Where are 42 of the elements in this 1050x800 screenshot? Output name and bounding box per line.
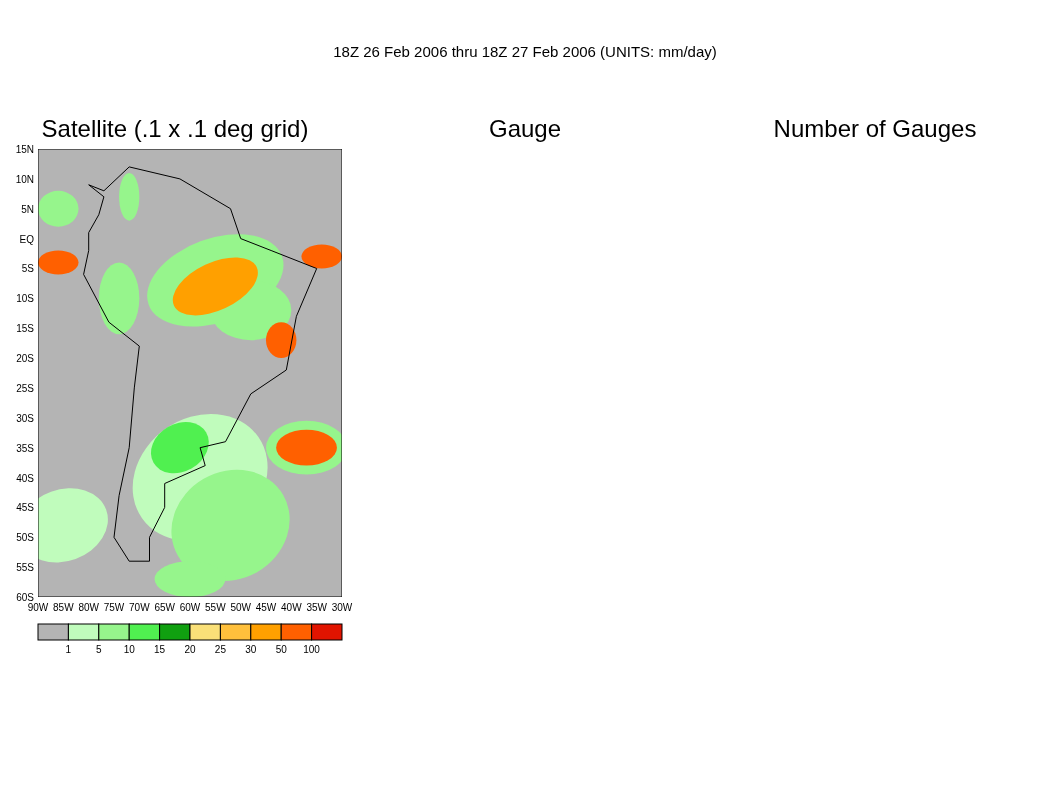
longitude-label: 70W [129,602,150,613]
longitude-label: 55W [205,602,226,613]
longitude-label: 40W [281,602,302,613]
latitude-label: 40S [16,472,34,484]
longitude-label: 90W [27,602,49,613]
latitude-label: 25S [16,382,34,394]
plot-title: 18Z 26 Feb 2006 thru 18Z 27 Feb 2006 (UNITS: mm/day) [332,43,718,60]
scale-label: 50 [275,644,287,655]
scale-label: 1 [65,644,72,655]
latitude-label: 20S [16,353,34,365]
longitude-label: 65W [154,602,175,613]
latitude-label: 60S [16,592,34,603]
latitude-label: 30S [16,412,34,424]
longitude-label: 45W [255,602,277,613]
scale-label: 20 [184,644,196,655]
scale-label: 10 [123,644,135,655]
latitude-label: 5S [21,263,34,275]
panel-title: Number of Gauges [773,115,977,143]
scale-label: 100 [303,644,320,655]
scale-label: 15 [154,644,166,655]
longitude-label: 60W [179,602,201,613]
latitude-label: EQ [19,233,34,245]
latitude-label: 50S [16,532,34,544]
scale-label: 30 [245,644,257,655]
latitude-label: 15N [15,144,34,155]
longitude-label: 35W [306,602,327,613]
latitude-label: 45S [16,502,34,514]
panel-title: Gauge [488,115,562,143]
scale-label: 25 [214,644,226,655]
latitude-label: 10N [15,173,34,185]
panel-title: Satellite (.1 x .1 deg grid) [41,115,309,143]
latitude-label: 35S [16,442,34,454]
latitude-label: 5N [21,203,34,215]
longitude-label: 80W [78,602,99,613]
latitude-label: 55S [16,562,34,574]
longitude-label: 50W [230,602,251,613]
latitude-label: 10S [16,293,34,305]
longitude-label: 75W [103,602,125,613]
scale-label: 5 [96,644,102,655]
longitude-label: 30W [331,602,353,613]
longitude-label: 85W [53,602,74,613]
latitude-label: 15S [16,323,34,335]
